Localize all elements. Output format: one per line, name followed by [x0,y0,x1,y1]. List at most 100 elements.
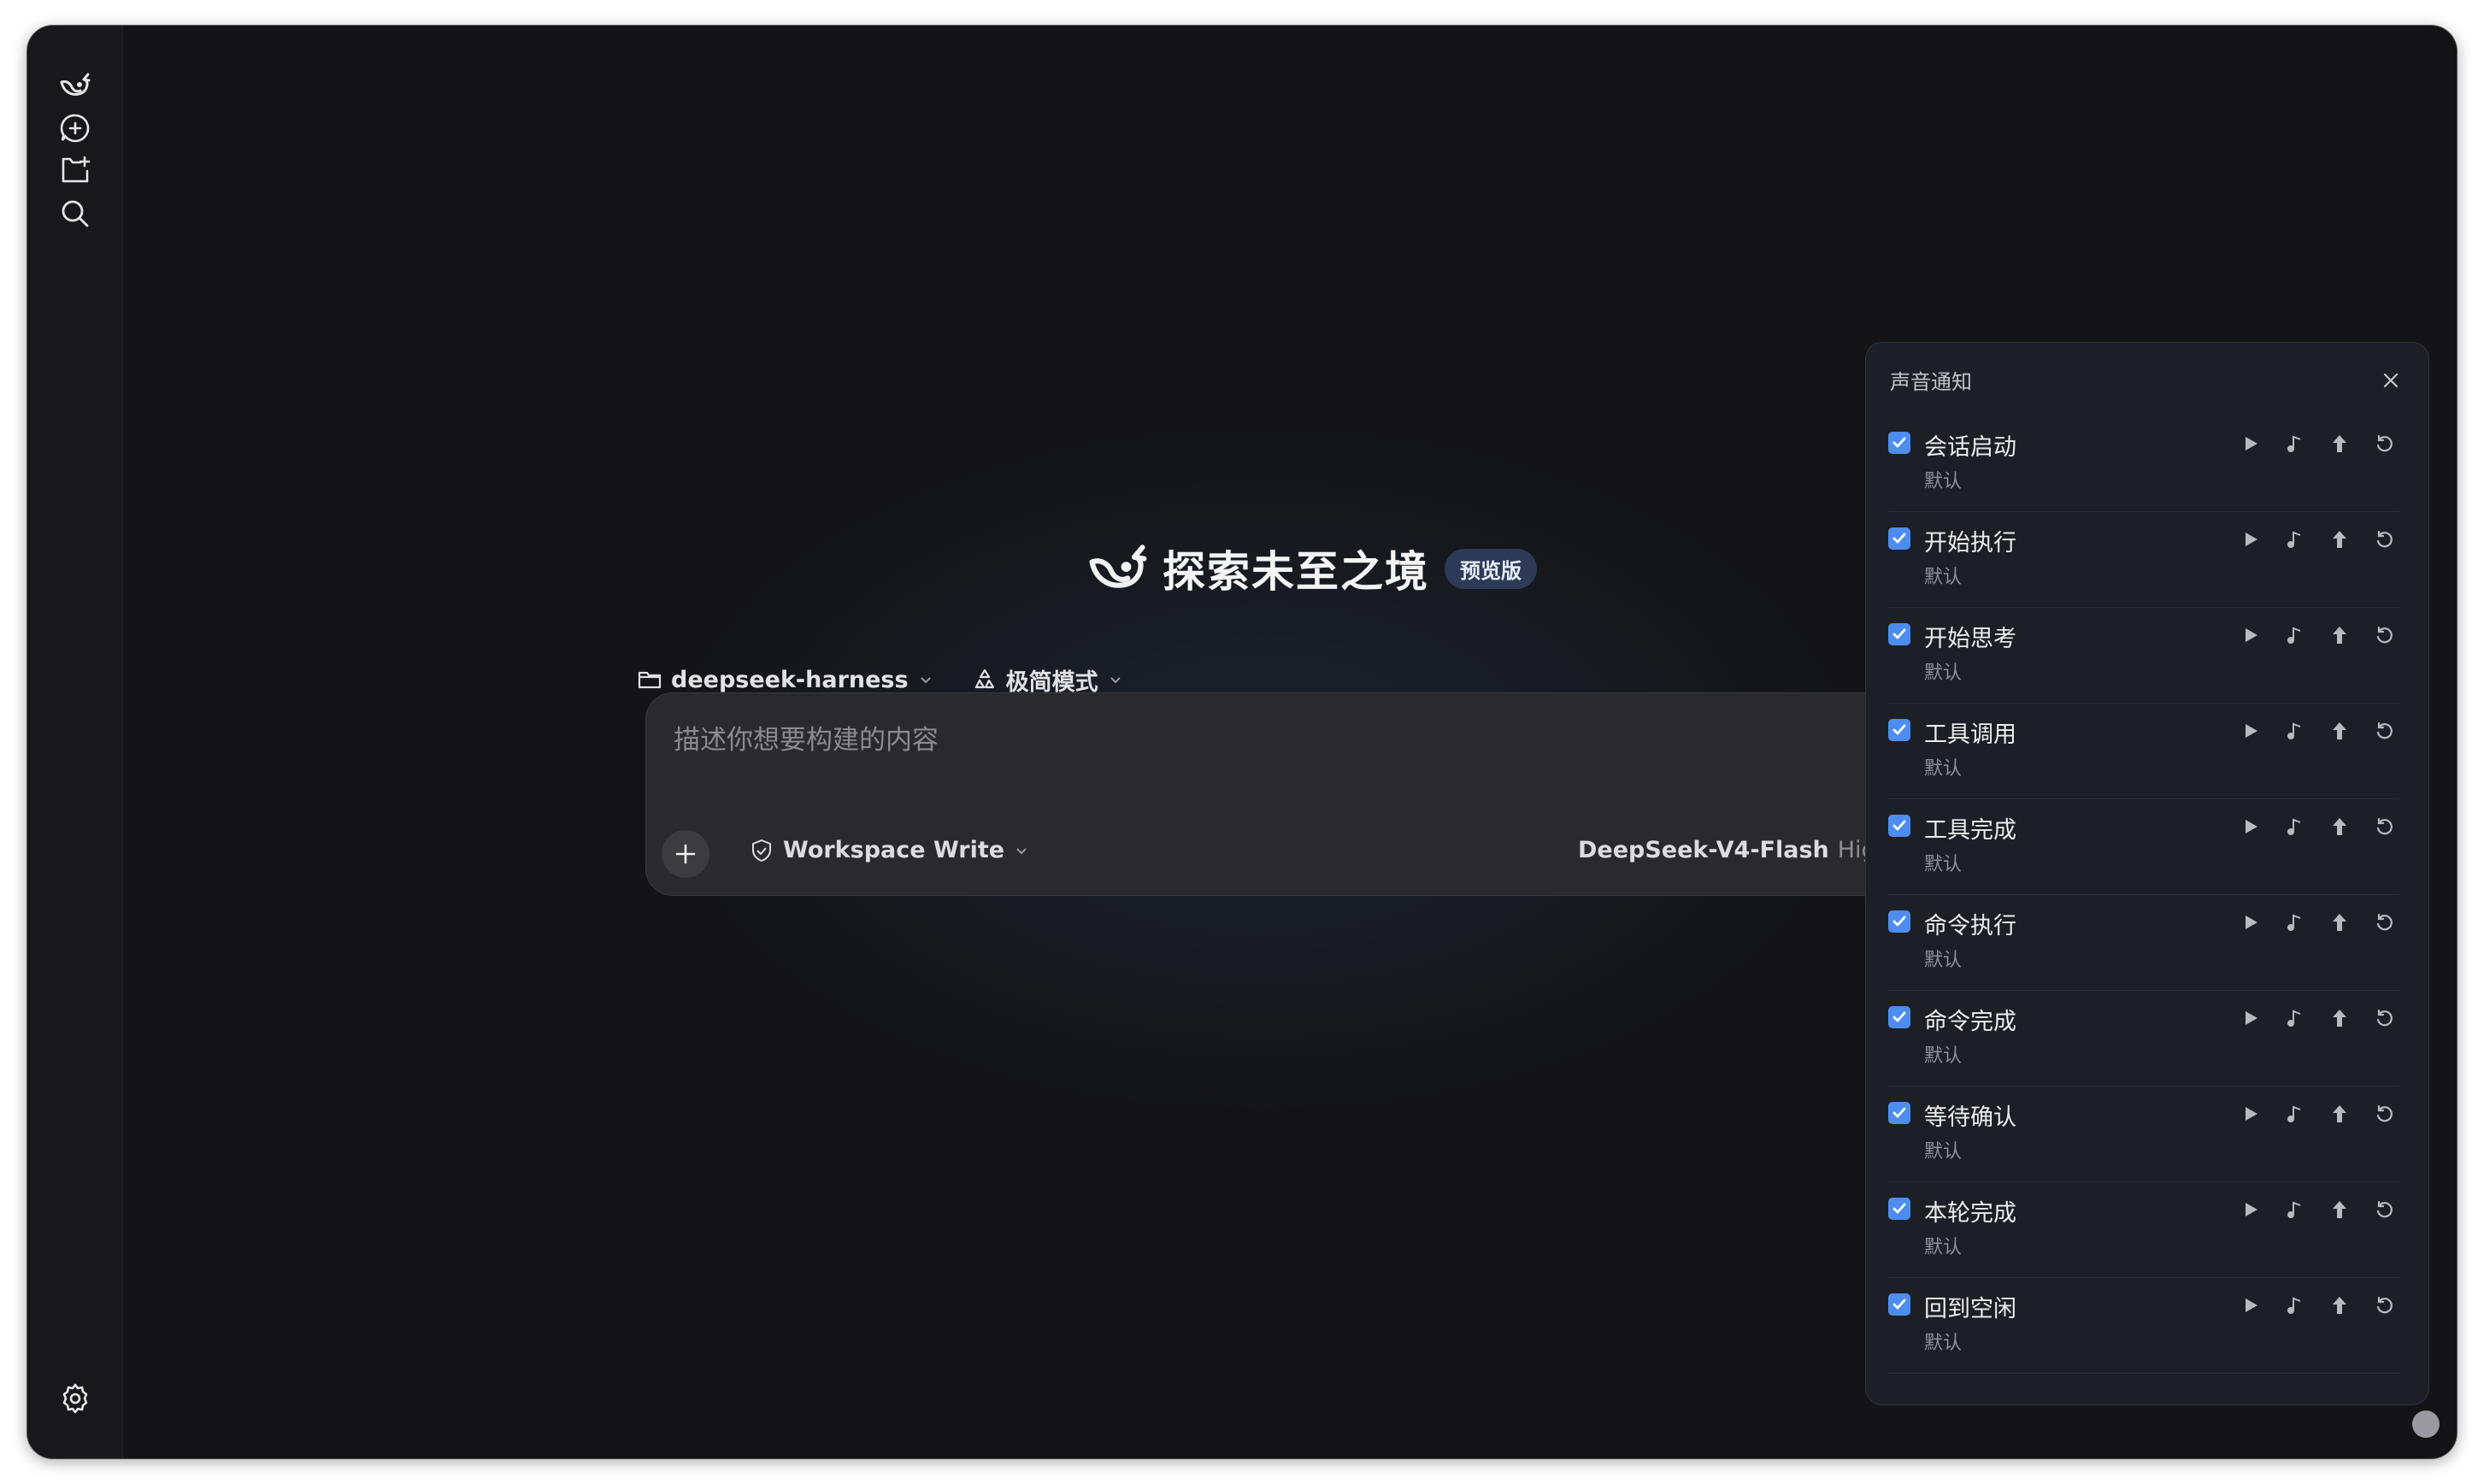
reset-sound-button[interactable] [2374,432,2394,456]
reset-sound-button[interactable] [2374,1293,2394,1317]
reset-sound-button[interactable] [2374,815,2394,839]
preview-badge: 预览版 [1445,548,1537,589]
check-icon [1892,1011,1906,1022]
notification-name: 工具调用 [1924,721,2016,748]
panel-title: 声音通知 [1890,370,1972,394]
notification-actions [2240,1102,2394,1126]
notification-item: 会话启动 默认 [1888,416,2399,512]
play-button[interactable] [2240,910,2261,934]
enable-checkbox[interactable] [1888,527,1910,550]
reset-sound-button[interactable] [2374,719,2394,743]
notification-sound: 默认 [1924,471,1963,492]
notification-sound: 默认 [1924,1237,1963,1258]
mode-name: 极简模式 [1005,668,1098,696]
notification-actions [2240,1198,2394,1222]
choose-sound-button[interactable] [2285,1198,2305,1222]
choose-sound-button[interactable] [2285,1293,2305,1317]
project-selector[interactable]: deepseek-harness [637,667,934,693]
reset-icon [2376,817,2393,835]
play-button[interactable] [2240,815,2261,839]
play-button[interactable] [2240,1006,2261,1030]
play-button[interactable] [2240,623,2261,647]
app-window: 探索未至之境 预览版 deepseek-harness 极简模式 描述你想要构建… [27,26,2457,1458]
enable-checkbox[interactable] [1888,1198,1910,1220]
enable-checkbox[interactable] [1888,910,1910,933]
whale-logo-icon [1089,545,1147,588]
chevron-down-icon [920,677,931,684]
sound-notification-panel: 声音通知 会话启动 默认 开始执行 默认 开始思考 默认 工具调用 默认 工具完… [1865,342,2429,1405]
choose-sound-button[interactable] [2285,910,2305,934]
reset-sound-button[interactable] [2374,623,2394,647]
whale-logo-icon[interactable] [56,67,94,104]
prompt-input[interactable] [674,719,1785,762]
music-note-icon [2287,1010,2301,1027]
notification-item: 开始执行 默认 [1888,512,2399,608]
reset-sound-button[interactable] [2374,1198,2394,1222]
upload-sound-button[interactable] [2329,623,2350,647]
notification-name: 回到空闲 [1924,1296,2016,1322]
play-button[interactable] [2240,719,2261,743]
enable-checkbox[interactable] [1888,1102,1910,1124]
new-chat-icon[interactable] [56,109,94,147]
check-icon [1892,724,1906,735]
enable-checkbox[interactable] [1888,815,1910,837]
reset-sound-button[interactable] [2374,910,2394,934]
upload-sound-button[interactable] [2329,527,2350,551]
play-icon [2246,724,2257,738]
new-folder-icon[interactable] [56,152,94,190]
upload-sound-button[interactable] [2329,1102,2350,1126]
notification-item: 开始思考 默认 [1888,608,2399,704]
play-icon [2246,1203,2257,1216]
notification-item: 等待确认 默认 [1888,1086,2399,1182]
music-note-icon [2287,1105,2301,1122]
upload-sound-button[interactable] [2329,719,2350,743]
play-button[interactable] [2240,1293,2261,1317]
music-note-icon [2287,722,2301,739]
play-button[interactable] [2240,527,2261,551]
choose-sound-button[interactable] [2285,1006,2305,1030]
choose-sound-button[interactable] [2285,527,2305,551]
settings-icon[interactable] [56,1380,94,1417]
notification-name: 开始执行 [1924,530,2016,556]
permission-label: Workspace Write [783,837,1005,863]
upload-icon [2333,1010,2346,1027]
choose-sound-button[interactable] [2285,719,2305,743]
check-icon [1892,1107,1906,1118]
search-icon[interactable] [56,195,94,233]
choose-sound-button[interactable] [2285,815,2305,839]
upload-sound-button[interactable] [2329,1006,2350,1030]
check-icon [1892,1203,1906,1214]
upload-sound-button[interactable] [2329,1293,2350,1317]
reset-sound-button[interactable] [2374,527,2394,551]
notification-actions [2240,719,2394,743]
music-note-icon [2287,914,2301,931]
reset-icon [2376,1104,2393,1122]
close-button[interactable] [2377,367,2405,394]
mode-selector[interactable]: 极简模式 [972,663,1124,697]
notification-item: 本轮完成 默认 [1888,1182,2399,1278]
reset-sound-button[interactable] [2374,1006,2394,1030]
enable-checkbox[interactable] [1888,432,1910,454]
enable-checkbox[interactable] [1888,1006,1910,1028]
enable-checkbox[interactable] [1888,623,1910,645]
choose-sound-button[interactable] [2285,432,2305,456]
notification-sound: 默认 [1924,662,1963,684]
status-indicator[interactable] [2412,1410,2440,1438]
upload-sound-button[interactable] [2329,815,2350,839]
play-button[interactable] [2240,1198,2261,1222]
notification-list: 会话启动 默认 开始执行 默认 开始思考 默认 工具调用 默认 工具完成 默认 … [1888,416,2399,1374]
attach-button[interactable] [662,830,709,878]
play-button[interactable] [2240,1102,2261,1126]
enable-checkbox[interactable] [1888,1293,1910,1316]
play-button[interactable] [2240,432,2261,456]
upload-sound-button[interactable] [2329,432,2350,456]
choose-sound-button[interactable] [2285,623,2305,647]
notification-sound: 默认 [1924,950,1963,971]
upload-sound-button[interactable] [2329,910,2350,934]
upload-sound-button[interactable] [2329,1198,2350,1222]
notification-name: 开始思考 [1924,626,2016,652]
reset-sound-button[interactable] [2374,1102,2394,1126]
choose-sound-button[interactable] [2285,1102,2305,1126]
enable-checkbox[interactable] [1888,719,1910,741]
permission-selector[interactable]: Workspace Write [749,837,1030,863]
